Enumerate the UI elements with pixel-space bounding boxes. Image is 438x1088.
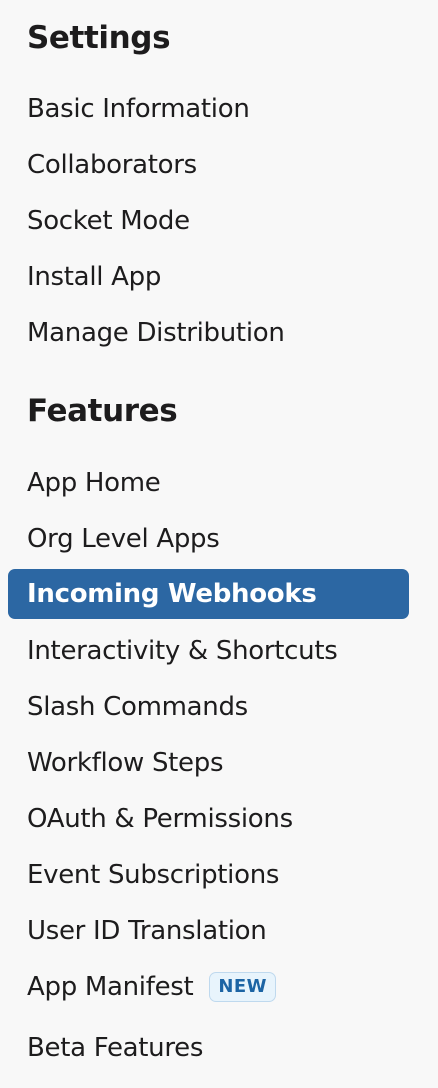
- nav-item-beta-features[interactable]: Beta Features: [8, 1023, 409, 1073]
- app-settings-sidebar: Settings Basic Information Collaborators…: [0, 0, 438, 1088]
- nav-item-socket-mode[interactable]: Socket Mode: [8, 196, 409, 246]
- nav-item-org-level-apps[interactable]: Org Level Apps: [8, 514, 409, 564]
- nav-item-app-manifest[interactable]: App Manifest NEW: [8, 962, 409, 1012]
- nav-item-install-app[interactable]: Install App: [8, 252, 409, 302]
- nav-item-app-home[interactable]: App Home: [8, 458, 409, 508]
- nav-item-user-id-translation[interactable]: User ID Translation: [8, 906, 409, 956]
- nav-item-manage-distribution[interactable]: Manage Distribution: [8, 308, 409, 358]
- nav-item-oauth-permissions[interactable]: OAuth & Permissions: [8, 794, 409, 844]
- nav-item-basic-information[interactable]: Basic Information: [8, 84, 409, 134]
- settings-heading: Settings: [27, 20, 171, 56]
- nav-item-interactivity-shortcuts[interactable]: Interactivity & Shortcuts: [8, 626, 409, 676]
- nav-item-app-manifest-label: App Manifest: [27, 972, 194, 1002]
- nav-item-event-subscriptions[interactable]: Event Subscriptions: [8, 850, 409, 900]
- features-heading: Features: [27, 393, 178, 429]
- nav-item-incoming-webhooks[interactable]: Incoming Webhooks: [8, 569, 409, 619]
- new-badge: NEW: [209, 972, 276, 1002]
- nav-item-workflow-steps[interactable]: Workflow Steps: [8, 738, 409, 788]
- nav-item-slash-commands[interactable]: Slash Commands: [8, 682, 409, 732]
- nav-item-collaborators[interactable]: Collaborators: [8, 140, 409, 190]
